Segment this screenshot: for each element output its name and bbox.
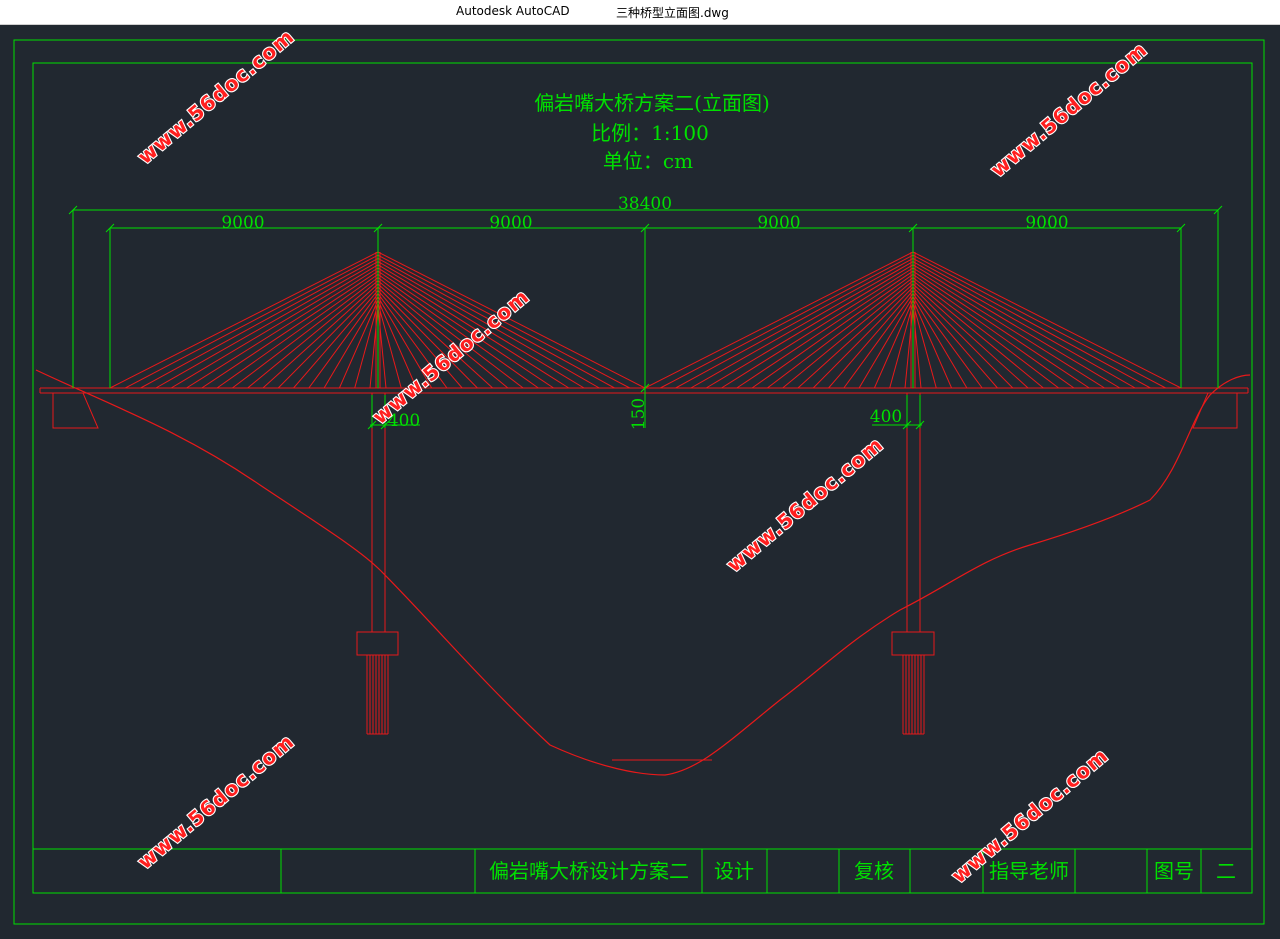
- app-name: Autodesk AutoCAD: [456, 4, 570, 18]
- stay-cable: [912, 254, 1166, 389]
- stay-cable: [660, 254, 914, 389]
- title-block-project: 偏岩嘴大桥设计方案二: [489, 859, 689, 883]
- dim-deck-depth: 150: [629, 398, 649, 430]
- stay-cable: [812, 286, 914, 389]
- stay-cable: [912, 280, 1044, 389]
- watermark-text: www.56doc.com: [133, 729, 299, 874]
- stay-cable: [782, 280, 914, 389]
- stay-cable: [216, 273, 379, 389]
- title-block-drawing-no-label: 图号: [1154, 859, 1194, 883]
- watermark-text: www.56doc.com: [722, 432, 888, 577]
- right-abutment: [1192, 392, 1238, 429]
- drawing-title: 偏岩嘴大桥方案二(立面图): [534, 91, 770, 115]
- scale-label: 比例：1:100: [591, 121, 709, 145]
- stay-cable: [912, 286, 1014, 389]
- stay-cable: [858, 296, 914, 389]
- dim-total: 38400: [618, 194, 672, 214]
- unit-label: 单位：cm: [603, 149, 693, 173]
- watermark-text: www.56doc.com: [986, 37, 1152, 182]
- watermark-text: www.56doc.com: [133, 24, 299, 169]
- stay-cable: [125, 254, 379, 389]
- window-titlebar: Autodesk AutoCAD 三种桥型立面图.dwg: [0, 0, 1280, 25]
- stay-cable: [690, 261, 914, 389]
- stay-cable: [912, 273, 1075, 389]
- stay-cable: [912, 261, 1136, 389]
- stay-cable: [912, 296, 968, 389]
- left-abutment: [52, 392, 99, 429]
- stay-cable: [247, 280, 379, 389]
- dim-tower-right: 400: [870, 407, 902, 427]
- title-block-review: 复核: [854, 859, 894, 883]
- dim-span-2: 9000: [489, 213, 532, 233]
- right-pile-group: [902, 655, 925, 735]
- title-block-advisor: 指导老师: [989, 859, 1069, 883]
- stay-cable: [323, 296, 379, 389]
- dimension-lines: [68, 205, 1223, 430]
- stay-cable: [277, 286, 379, 389]
- drawing-canvas[interactable]: 偏岩嘴大桥设计方案二 设计 复核 指导老师 图号 二 偏岩嘴大桥方案二(立面图)…: [0, 24, 1280, 939]
- dim-span-3: 9000: [757, 213, 800, 233]
- title-block-design: 设计: [714, 859, 754, 883]
- title-block-drawing-no: 二: [1216, 859, 1236, 883]
- stay-cable: [751, 273, 914, 389]
- stay-cable: [155, 261, 379, 389]
- dim-span-1: 9000: [221, 213, 264, 233]
- dim-span-4: 9000: [1025, 213, 1068, 233]
- file-name: 三种桥型立面图.dwg: [616, 6, 729, 20]
- left-pile-group: [366, 655, 389, 735]
